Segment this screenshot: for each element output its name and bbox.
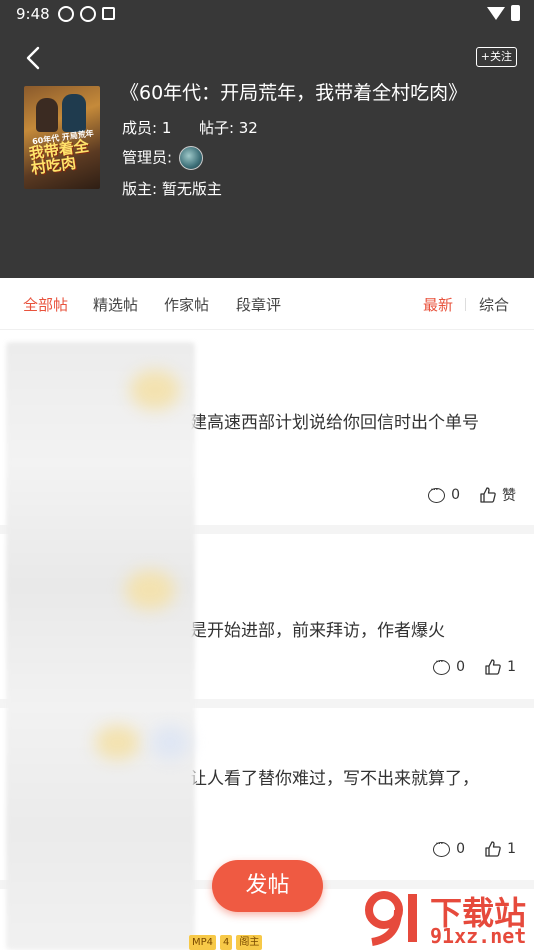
like-count: 1 — [507, 841, 516, 857]
tab-all-posts[interactable]: 全部帖 — [23, 294, 68, 315]
post-excerpt: 让人看了替你难过，写不出来就算了， — [190, 769, 479, 789]
badge: 阁主 — [236, 935, 263, 950]
comment-count: 0 — [456, 659, 466, 675]
tab-author-posts[interactable]: 作家帖 — [164, 294, 209, 315]
admin-avatar[interactable] — [178, 146, 203, 170]
new-post-button[interactable]: 发帖 — [212, 860, 323, 912]
tab-featured-posts[interactable]: 精选帖 — [93, 294, 138, 315]
back-button[interactable] — [20, 44, 48, 72]
post-filter-tabs: 全部帖 精选帖 作家帖 段章评 最新 综合 — [0, 278, 534, 330]
comment-icon[interactable] — [433, 655, 451, 675]
blurred-badge — [125, 570, 175, 610]
status-notification-icons — [58, 6, 115, 22]
status-system-icons — [487, 5, 520, 21]
blurred-badge — [95, 725, 140, 760]
post-excerpt: 建高速西部计划说给你回信时出个单号 — [190, 413, 479, 433]
status-bar: 9:48 — [0, 0, 534, 28]
notification-app-icon — [58, 6, 74, 22]
cover-figure — [62, 94, 86, 132]
post-actions: 0 赞 — [428, 483, 516, 505]
post-actions: 0 1 — [433, 655, 516, 675]
like-icon[interactable] — [485, 659, 501, 675]
watermark-logo-icon — [365, 891, 417, 946]
comment-count: 0 — [451, 487, 460, 503]
moderator-row: 版主: 暂无版主 — [122, 180, 222, 198]
admin-row: 管理员: — [122, 146, 203, 170]
sort-comprehensive[interactable]: 综合 — [479, 294, 509, 315]
blurred-badge — [150, 725, 190, 760]
posts-count: 帖子: 32 — [198, 119, 258, 137]
tab-paragraph-comments[interactable]: 段章评 — [236, 294, 281, 315]
notification-app-icon — [102, 7, 115, 20]
admin-label: 管理员: — [122, 148, 173, 167]
group-stats: 成员: 1 帖子: 32 — [122, 117, 258, 138]
sort-latest[interactable]: 最新 — [423, 294, 453, 315]
comment-count: 0 — [456, 841, 466, 857]
group-header: 9:48 +关注 60年代 开局荒年 我带着全村吃肉 《60年代：开局荒年，我带… — [0, 0, 534, 278]
comment-icon[interactable] — [428, 483, 446, 503]
sort-divider — [465, 298, 466, 311]
user-badges: MP4 4 阁主 — [189, 935, 263, 950]
like-icon[interactable] — [480, 487, 496, 503]
cover-figure — [36, 98, 58, 132]
watermark-domain: 91xz.net — [429, 924, 527, 949]
book-cover[interactable]: 60年代 开局荒年 我带着全村吃肉 — [24, 86, 100, 189]
comment-icon[interactable] — [433, 837, 451, 857]
wifi-icon — [487, 6, 505, 20]
notification-app-icon — [80, 6, 96, 22]
blurred-badge — [130, 370, 180, 410]
post-actions: 0 1 — [433, 837, 516, 857]
site-watermark: 下载站 91xz.net — [362, 888, 532, 950]
badge: 4 — [220, 935, 233, 950]
cover-title: 我带着全村吃肉 — [27, 136, 90, 178]
like-count: 赞 — [502, 488, 516, 504]
like-icon[interactable] — [485, 841, 501, 857]
badge: MP4 — [189, 935, 217, 950]
status-time: 9:48 — [16, 5, 50, 23]
battery-icon — [511, 5, 520, 21]
back-arrow-icon — [26, 46, 40, 70]
post-excerpt: 是开始进部，前来拜访，作者爆火 — [190, 621, 445, 641]
blurred-user-column — [6, 342, 195, 950]
group-title: 《60年代：开局荒年，我带着全村吃肉》 — [120, 82, 468, 104]
members-count: 成员: 1 — [122, 119, 172, 137]
follow-button[interactable]: +关注 — [475, 47, 517, 67]
like-count: 1 — [507, 659, 516, 675]
